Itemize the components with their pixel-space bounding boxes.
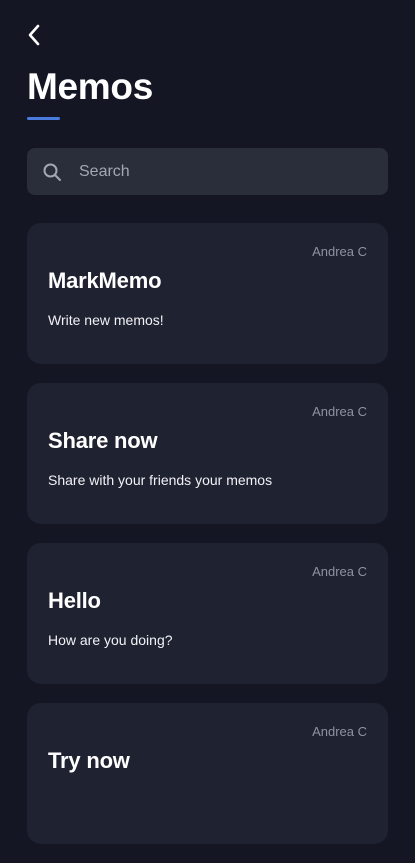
memo-body: Write new memos! (48, 312, 164, 328)
memo-title: Try now (48, 748, 130, 773)
memo-title: MarkMemo (48, 268, 162, 293)
page-title: Memos (27, 66, 153, 107)
search-bar[interactable] (27, 148, 388, 195)
memo-author: Andrea C (312, 564, 367, 579)
memo-author: Andrea C (312, 724, 367, 739)
memo-card[interactable]: Andrea C Hello How are you doing? (27, 543, 388, 684)
memo-body: How are you doing? (48, 632, 173, 648)
memo-body: Share with your friends your memos (48, 472, 273, 488)
title-underline (27, 117, 60, 120)
memo-list: Andrea C MarkMemo Write new memos! Andre… (27, 223, 388, 863)
memo-card[interactable]: Andrea C Try now (27, 703, 388, 844)
memo-title: Share now (48, 428, 158, 453)
search-icon (42, 162, 62, 182)
memo-author: Andrea C (312, 404, 367, 419)
back-button[interactable] (22, 22, 46, 48)
memo-card[interactable]: Andrea C MarkMemo Write new memos! (27, 223, 388, 364)
memo-author: Andrea C (312, 244, 367, 259)
memo-card[interactable]: Andrea C Share now Share with your frien… (27, 383, 388, 524)
chevron-left-icon (28, 24, 40, 46)
memo-title: Hello (48, 588, 101, 613)
search-input[interactable] (77, 161, 376, 182)
